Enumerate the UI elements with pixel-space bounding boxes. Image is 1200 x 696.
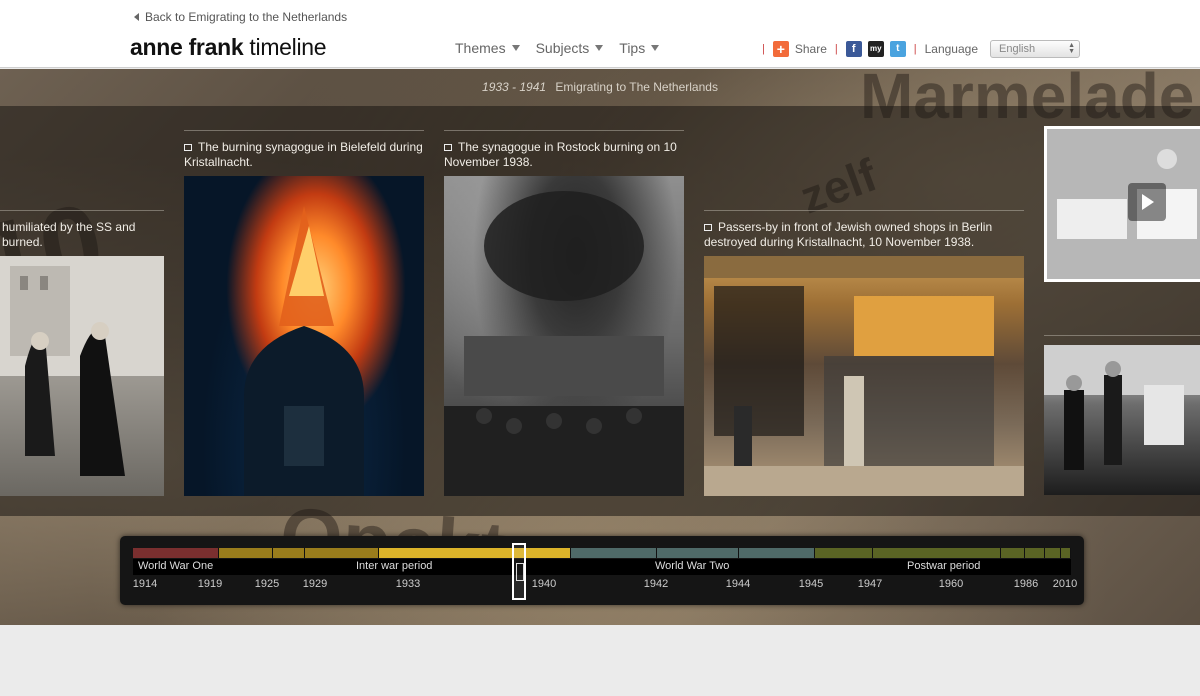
card-photo[interactable]	[0, 256, 164, 496]
card-caption: Passers-by in front of Jewish owned shop…	[704, 220, 993, 249]
timeline-card[interactable]: The burning synagogue in Bielefeld durin…	[184, 130, 424, 496]
segment-postwar[interactable]	[1061, 548, 1071, 558]
card-divider	[1044, 335, 1200, 336]
segment-postwar[interactable]	[873, 548, 1001, 558]
timeline-card[interactable]: The synagogue in Rostock burning on 10 N…	[444, 130, 684, 496]
nav-themes[interactable]: Themes	[455, 40, 520, 56]
card-caption: The burning synagogue in Bielefeld durin…	[184, 140, 423, 169]
nav-subjects-label: Subjects	[535, 40, 590, 56]
card-photo[interactable]	[444, 176, 684, 496]
nav-tips-label: Tips	[619, 40, 646, 56]
year-label[interactable]: 1940	[532, 578, 556, 590]
nav-themes-label: Themes	[455, 40, 506, 56]
timeline-scrubber[interactable]: World War One Inter war period World War…	[120, 536, 1084, 605]
year-label[interactable]: 1947	[858, 578, 882, 590]
year-label[interactable]: 1945	[799, 578, 823, 590]
segment-inter-war[interactable]	[219, 548, 273, 558]
separator: |	[913, 43, 917, 55]
year-label[interactable]: 1914	[133, 578, 157, 590]
year-label[interactable]: 1929	[303, 578, 327, 590]
segment-world-war-two[interactable]	[657, 548, 739, 558]
caret-down-icon	[651, 45, 660, 51]
burning-synagogue-photo	[244, 206, 364, 496]
card-expand-icon	[444, 144, 452, 151]
segment-postwar[interactable]	[1045, 548, 1061, 558]
timeline-card[interactable]: humiliated by the SS and burned.	[0, 210, 164, 496]
year-label[interactable]: 1960	[939, 578, 963, 590]
myspace-icon[interactable]: my	[867, 41, 884, 57]
period-label-world-war-two[interactable]: World War Two	[655, 560, 729, 572]
card-caption: The synagogue in Rostock burning on 10 N…	[444, 140, 677, 169]
main-nav: Themes Subjects Tips	[455, 40, 660, 56]
card-expand-icon	[184, 144, 192, 151]
caret-down-icon	[511, 45, 520, 51]
card-divider	[704, 210, 1024, 211]
language-label: Language	[924, 42, 978, 56]
twitter-icon[interactable]: t	[889, 41, 906, 57]
ss-officers-photo	[0, 256, 164, 476]
segment-world-war-two[interactable]	[739, 548, 815, 558]
segment-world-war-two[interactable]	[571, 548, 657, 558]
logo-light: timeline	[249, 34, 327, 60]
segment-postwar[interactable]	[1001, 548, 1025, 558]
share-plus-icon[interactable]: +	[772, 41, 789, 57]
year-label[interactable]: 1986	[1014, 578, 1038, 590]
logo[interactable]: anne frank timeline	[130, 34, 327, 61]
period-title: 1933 - 1941 Emigrating to The Netherland…	[0, 80, 1200, 94]
segment-postwar[interactable]	[1025, 548, 1045, 558]
card-caption: humiliated by the SS and burned.	[2, 220, 136, 249]
select-arrows-icon: ▲ ▼	[1068, 42, 1075, 55]
back-arrow-icon	[134, 13, 139, 21]
nav-subjects[interactable]: Subjects	[536, 40, 604, 56]
language-select[interactable]: English ▲ ▼	[990, 40, 1080, 58]
period-years: 1933 - 1941	[482, 80, 547, 94]
period-label-postwar[interactable]: Postwar period	[907, 560, 980, 572]
caret-down-icon	[595, 45, 604, 51]
timeline-track: World War One Inter war period World War…	[133, 543, 1077, 600]
segment-inter-war-active[interactable]	[379, 548, 571, 558]
header-tools: | + Share | f my t | Language English ▲ ▼	[760, 40, 1080, 58]
segment-inter-war[interactable]	[273, 548, 305, 558]
video-thumbnail[interactable]	[1044, 126, 1200, 282]
year-label[interactable]: 1933	[396, 578, 420, 590]
card-divider	[0, 210, 164, 211]
period-label-inter-war[interactable]: Inter war period	[356, 560, 432, 572]
year-label[interactable]: 1944	[726, 578, 750, 590]
office-crowd-photo	[1044, 345, 1200, 470]
timeline-card[interactable]: Passers-by in front of Jewish owned shop…	[704, 210, 1024, 496]
rostock-synagogue-photo	[444, 191, 684, 496]
segment-postwar[interactable]	[815, 548, 873, 558]
card-divider	[444, 130, 684, 131]
separator: |	[762, 43, 765, 55]
year-label[interactable]: 1942	[644, 578, 668, 590]
header: Back to Emigrating to the Netherlands an…	[0, 0, 1200, 68]
back-link-label: Back to Emigrating to the Netherlands	[145, 10, 348, 24]
timeline-stage: 10 Marmelade Opekta zelf met 1933 - 1941…	[0, 69, 1200, 625]
year-label[interactable]: 1925	[255, 578, 279, 590]
card-photo[interactable]	[184, 176, 424, 496]
segment-inter-war[interactable]	[305, 548, 379, 558]
period-label-world-war-one[interactable]: World War One	[138, 560, 213, 572]
year-label[interactable]: 1919	[198, 578, 222, 590]
card-photo[interactable]	[1044, 345, 1200, 495]
year-label[interactable]: 2010	[1053, 578, 1077, 590]
card-expand-icon	[704, 224, 712, 231]
logo-bold: anne frank	[130, 34, 244, 60]
nav-tips[interactable]: Tips	[619, 40, 660, 56]
period-name: Emigrating to The Netherlands	[555, 80, 718, 94]
hospital-video-still	[1047, 129, 1200, 279]
card-photo[interactable]	[704, 256, 1024, 496]
card-divider	[184, 130, 424, 131]
destroyed-shops-photo	[704, 256, 1024, 496]
language-select-value: English	[999, 43, 1036, 55]
timeline-slider-handle[interactable]	[512, 543, 526, 600]
play-icon[interactable]	[1128, 183, 1166, 221]
separator: |	[834, 43, 838, 55]
timeline-card[interactable]	[1044, 335, 1200, 496]
segment-world-war-one[interactable]	[133, 548, 219, 558]
facebook-icon[interactable]: f	[845, 41, 862, 57]
share-link[interactable]: Share	[795, 42, 827, 56]
back-link[interactable]: Back to Emigrating to the Netherlands	[134, 10, 347, 24]
